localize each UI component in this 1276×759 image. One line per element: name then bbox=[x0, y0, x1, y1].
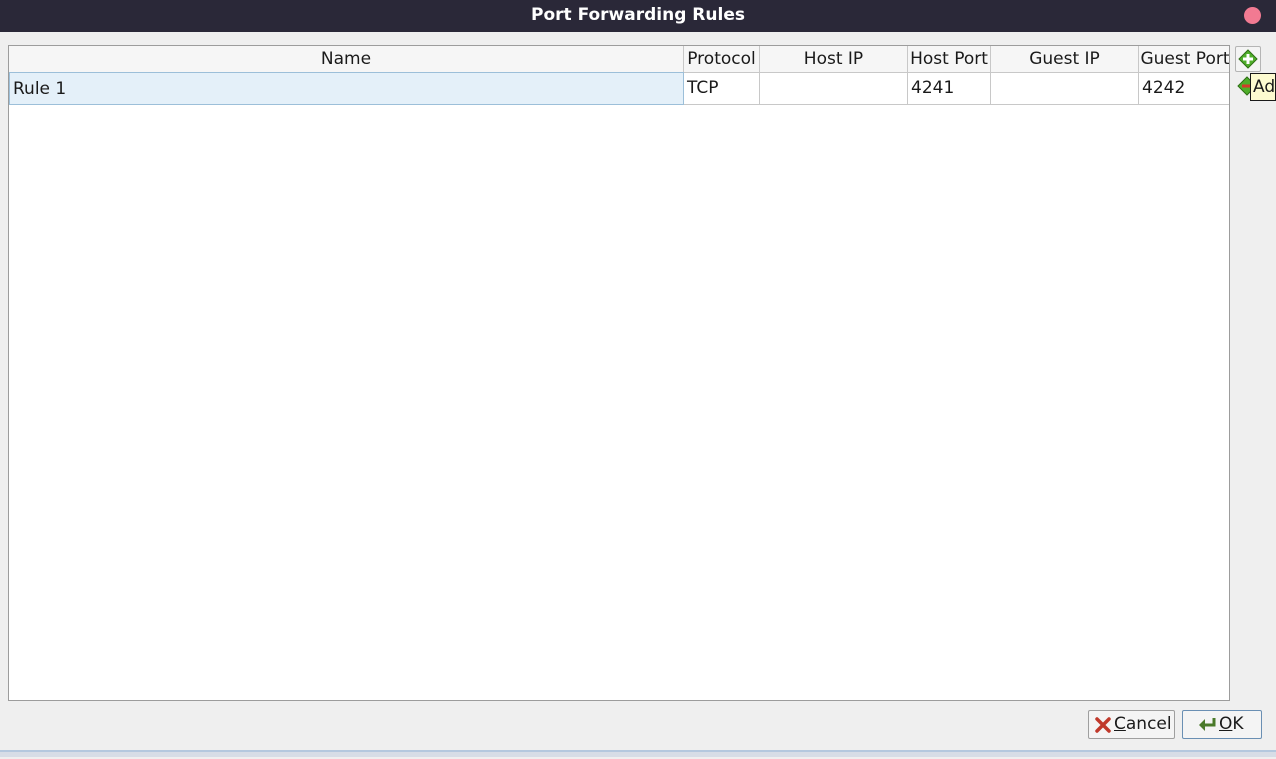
port-forwarding-table: Name Protocol Host IP Host Port Guest IP… bbox=[8, 45, 1230, 701]
column-header-name[interactable]: Name bbox=[9, 46, 684, 72]
column-header-guest-ip[interactable]: Guest IP bbox=[991, 46, 1139, 72]
window-title: Port Forwarding Rules bbox=[531, 5, 745, 25]
cell-host-ip[interactable] bbox=[760, 72, 908, 105]
add-rule-icon bbox=[1238, 49, 1258, 69]
cancel-label: Cancel bbox=[1114, 714, 1172, 734]
table-row[interactable]: Rule 1 TCP 4241 4242 bbox=[9, 72, 1229, 105]
column-header-guest-port[interactable]: Guest Port bbox=[1139, 46, 1229, 72]
ok-button[interactable]: OK bbox=[1182, 710, 1262, 739]
column-header-host-port[interactable]: Host Port bbox=[908, 46, 991, 72]
title-bar: Port Forwarding Rules bbox=[0, 0, 1276, 32]
cell-host-port[interactable]: 4241 bbox=[908, 72, 991, 105]
cell-protocol[interactable]: TCP bbox=[684, 72, 760, 105]
ok-label: OK bbox=[1219, 714, 1244, 734]
close-window-button[interactable] bbox=[1244, 7, 1261, 24]
cell-name[interactable]: Rule 1 bbox=[9, 72, 684, 105]
background-window-strip bbox=[0, 750, 1276, 757]
cancel-x-icon bbox=[1095, 717, 1111, 733]
tooltip: Ad bbox=[1250, 73, 1276, 101]
cell-guest-port[interactable]: 4242 bbox=[1139, 72, 1229, 105]
table-header: Name Protocol Host IP Host Port Guest IP… bbox=[9, 46, 1229, 73]
add-rule-button[interactable] bbox=[1235, 46, 1261, 72]
cancel-button[interactable]: Cancel bbox=[1088, 710, 1175, 739]
background-window-fragment bbox=[515, 752, 615, 759]
enter-arrow-icon bbox=[1199, 718, 1216, 731]
column-header-protocol[interactable]: Protocol bbox=[684, 46, 760, 72]
column-header-host-ip[interactable]: Host IP bbox=[760, 46, 908, 72]
cell-guest-ip[interactable] bbox=[991, 72, 1139, 105]
